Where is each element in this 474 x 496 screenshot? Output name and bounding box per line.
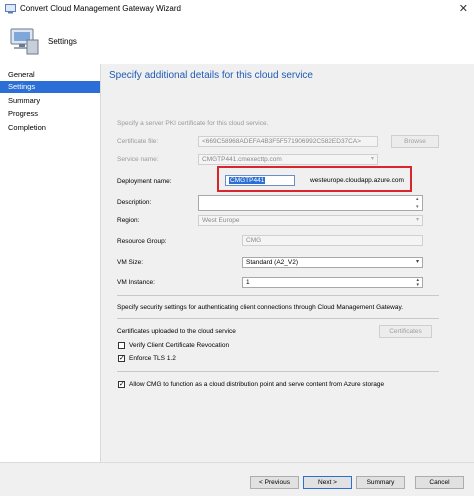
wizard-app-icon [5, 4, 16, 14]
nav-item-progress[interactable]: Progress [0, 108, 100, 120]
vm-instance-value: 1 [246, 279, 250, 286]
window-title: Convert Cloud Management Gateway Wizard [20, 4, 181, 13]
vm-instance-label: VM Instance: [117, 279, 155, 286]
nav-item-general[interactable]: General [0, 69, 100, 81]
vm-instance-stepper[interactable]: 1 ▴ ▾ [242, 277, 423, 288]
service-name-value: CMGTP441.cmexecttp.com [202, 156, 282, 163]
resource-group-input[interactable]: CMG [242, 235, 423, 246]
scroll-down-icon[interactable]: ▾ [416, 204, 419, 210]
section-divider [117, 318, 439, 319]
verify-revocation-label: Verify Client Certificate Revocation [129, 342, 230, 349]
chevron-down-icon: ▾ [415, 217, 419, 223]
cert-intro-text: Specify a server PKI certificate for thi… [117, 120, 269, 127]
scroll-up-icon[interactable]: ▴ [416, 196, 419, 202]
cert-file-label: Certificate file: [117, 138, 159, 145]
cert-file-field[interactable]: <669C58968ADEFA4B3F5F571906992C582ED37CA… [198, 136, 378, 147]
red-highlight-annotation [217, 166, 412, 192]
next-button[interactable]: Next > [303, 476, 352, 489]
service-name-select[interactable]: CMGTP441.cmexecttp.com ▾ [198, 154, 378, 165]
vm-size-select[interactable]: Standard (A2_V2) ▾ [242, 257, 423, 268]
checkmark-icon: ✓ [119, 381, 125, 388]
spin-down-icon[interactable]: ▾ [416, 281, 419, 287]
description-label: Description: [117, 199, 152, 206]
security-settings-text: Specify security settings for authentica… [117, 304, 404, 311]
cancel-button[interactable]: Cancel [415, 476, 464, 489]
page-title: Specify additional details for this clou… [109, 70, 313, 81]
summary-button[interactable]: Summary [356, 476, 405, 489]
nav-item-summary[interactable]: Summary [0, 95, 100, 107]
resource-group-label: Resource Group: [117, 238, 167, 245]
section-divider [117, 371, 439, 372]
chevron-down-icon: ▾ [370, 156, 374, 162]
checkmark-icon: ✓ [119, 355, 125, 362]
allow-cdp-label: Allow CMG to function as a cloud distrib… [129, 381, 385, 388]
computer-icon [10, 28, 39, 55]
nav-item-settings[interactable]: Settings [0, 81, 100, 93]
browse-button[interactable]: Browse [391, 135, 439, 148]
region-label: Region: [117, 217, 140, 224]
chevron-down-icon: ▾ [415, 259, 419, 265]
region-value: West Europe [202, 217, 240, 224]
deployment-name-label: Deployment name: [117, 178, 172, 185]
allow-cdp-checkbox[interactable]: ✓ [118, 381, 125, 388]
description-input[interactable] [198, 195, 423, 211]
header-page-label: Settings [48, 37, 77, 46]
enforce-tls-checkbox[interactable]: ✓ [118, 355, 125, 362]
previous-button[interactable]: < Previous [250, 476, 299, 489]
close-icon[interactable]: ✕ [459, 2, 468, 15]
section-divider [117, 295, 439, 296]
vm-size-label: VM Size: [117, 259, 144, 266]
region-select[interactable]: West Europe ▾ [198, 215, 423, 226]
nav-item-completion[interactable]: Completion [0, 122, 100, 134]
certificates-uploaded-label: Certificates uploaded to the cloud servi… [117, 328, 236, 335]
certificates-button[interactable]: Certificates [379, 325, 432, 338]
verify-revocation-checkbox[interactable] [118, 342, 125, 349]
enforce-tls-label: Enforce TLS 1.2 [129, 355, 176, 362]
service-name-label: Service name: [117, 156, 159, 163]
vm-size-value: Standard (A2_V2) [246, 259, 299, 266]
